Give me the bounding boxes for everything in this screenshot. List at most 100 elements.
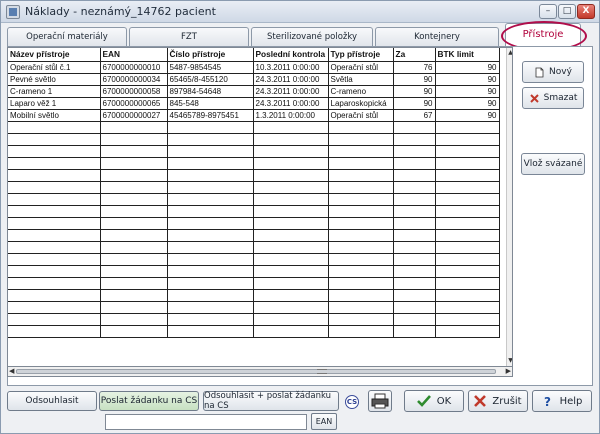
cell-ean[interactable]: 6700000000010 (100, 61, 168, 74)
scroll-right-arrow-icon[interactable]: ▶ (506, 368, 511, 375)
empty-table-row[interactable] (8, 181, 500, 194)
table-row[interactable]: C-rameno 1 6700000000058 897984-54648 24.3.… (8, 85, 500, 98)
cell-device-name[interactable]: Laparo věž 1 (8, 97, 101, 110)
empty-cell[interactable] (100, 181, 168, 194)
empty-cell[interactable] (100, 289, 168, 302)
empty-cell[interactable] (253, 301, 329, 314)
empty-cell[interactable] (435, 289, 500, 302)
empty-cell[interactable] (435, 265, 500, 278)
cell-device-name[interactable]: Mobilní světlo (8, 109, 101, 122)
empty-cell[interactable] (328, 121, 394, 134)
ok-button[interactable]: OK (404, 390, 464, 412)
empty-cell[interactable] (328, 157, 394, 170)
empty-table-row[interactable] (8, 265, 500, 278)
empty-table-row[interactable] (8, 241, 500, 254)
empty-cell[interactable] (253, 133, 329, 146)
empty-cell[interactable] (328, 301, 394, 314)
empty-cell[interactable] (393, 313, 436, 326)
empty-cell[interactable] (435, 157, 500, 170)
empty-cell[interactable] (328, 133, 394, 146)
empty-cell[interactable] (167, 145, 254, 158)
empty-cell[interactable] (328, 229, 394, 242)
empty-cell[interactable] (328, 313, 394, 326)
column-header-device-type[interactable]: Typ přístroje (328, 48, 394, 62)
empty-cell[interactable] (328, 217, 394, 230)
empty-cell[interactable] (393, 181, 436, 194)
empty-cell[interactable] (328, 241, 394, 254)
cell-device-number[interactable]: 45465789-8975451 (167, 109, 254, 122)
empty-cell[interactable] (393, 121, 436, 134)
empty-cell[interactable] (393, 133, 436, 146)
approve-and-send-button[interactable]: Odsouhlasit + poslat žádanku na CS (203, 391, 339, 411)
cell-device-number[interactable]: 65465/8-455120 (167, 73, 254, 86)
cell-za[interactable]: 90 (393, 97, 436, 110)
new-button[interactable]: Nový (522, 61, 584, 83)
cell-ean[interactable]: 6700000000058 (100, 85, 168, 98)
close-button[interactable]: X (577, 4, 595, 19)
empty-cell[interactable] (253, 265, 329, 278)
cell-ean[interactable]: 6700000000027 (100, 109, 168, 122)
vertical-scrollbar[interactable]: ▲ ▼ (506, 48, 512, 366)
cell-device-type[interactable]: C-rameno (328, 85, 394, 98)
empty-cell[interactable] (8, 133, 101, 146)
empty-cell[interactable] (253, 241, 329, 254)
tab-sterilized-items[interactable]: Sterilizované položky (251, 27, 373, 46)
empty-cell[interactable] (393, 169, 436, 182)
empty-cell[interactable] (100, 277, 168, 290)
empty-cell[interactable] (8, 121, 101, 134)
cell-device-type[interactable]: Operační stůl (328, 109, 394, 122)
empty-cell[interactable] (328, 277, 394, 290)
table-row[interactable]: Mobilní světlo 6700000000027 45465789-8975… (8, 109, 500, 122)
cell-za[interactable]: 90 (393, 73, 436, 86)
cell-za[interactable]: 90 (393, 85, 436, 98)
empty-cell[interactable] (393, 277, 436, 290)
empty-cell[interactable] (8, 241, 101, 254)
empty-cell[interactable] (435, 229, 500, 242)
empty-cell[interactable] (167, 205, 254, 218)
empty-cell[interactable] (435, 301, 500, 314)
delete-button[interactable]: Smazat (522, 87, 584, 109)
empty-cell[interactable] (253, 205, 329, 218)
empty-cell[interactable] (253, 253, 329, 266)
empty-cell[interactable] (100, 229, 168, 242)
empty-cell[interactable] (8, 277, 101, 290)
empty-cell[interactable] (100, 301, 168, 314)
empty-cell[interactable] (167, 265, 254, 278)
devices-grid[interactable]: Název přístroje EAN Číslo přístroje Posl… (7, 47, 513, 367)
empty-table-row[interactable] (8, 193, 500, 206)
empty-cell[interactable] (393, 157, 436, 170)
tab-fzt[interactable]: FZT (129, 27, 249, 46)
empty-cell[interactable] (100, 253, 168, 266)
empty-cell[interactable] (435, 253, 500, 266)
empty-cell[interactable] (393, 325, 436, 338)
empty-cell[interactable] (253, 193, 329, 206)
empty-cell[interactable] (393, 241, 436, 254)
cell-last-check[interactable]: 10.3.2011 0:00:00 (253, 61, 329, 74)
empty-cell[interactable] (8, 289, 101, 302)
empty-cell[interactable] (8, 145, 101, 158)
empty-table-row[interactable] (8, 253, 500, 266)
empty-cell[interactable] (393, 289, 436, 302)
empty-cell[interactable] (328, 289, 394, 302)
cell-device-name[interactable]: Operační stůl č.1 (8, 61, 101, 74)
empty-cell[interactable] (167, 133, 254, 146)
empty-cell[interactable] (435, 133, 500, 146)
cell-btk-limit[interactable]: 90 (435, 109, 500, 122)
column-header-device-number[interactable]: Číslo přístroje (167, 48, 254, 62)
empty-cell[interactable] (393, 217, 436, 230)
empty-cell[interactable] (8, 217, 101, 230)
cell-device-number[interactable]: 5487-9854545 (167, 61, 254, 74)
empty-cell[interactable] (253, 181, 329, 194)
empty-table-row[interactable] (8, 145, 500, 158)
empty-cell[interactable] (435, 121, 500, 134)
empty-cell[interactable] (328, 325, 394, 338)
empty-cell[interactable] (167, 229, 254, 242)
empty-cell[interactable] (8, 325, 101, 338)
cell-btk-limit[interactable]: 90 (435, 73, 500, 86)
cell-last-check[interactable]: 24.3.2011 0:00:00 (253, 73, 329, 86)
empty-cell[interactable] (393, 193, 436, 206)
empty-cell[interactable] (328, 253, 394, 266)
empty-cell[interactable] (393, 145, 436, 158)
empty-cell[interactable] (393, 253, 436, 266)
empty-table-row[interactable] (8, 157, 500, 170)
